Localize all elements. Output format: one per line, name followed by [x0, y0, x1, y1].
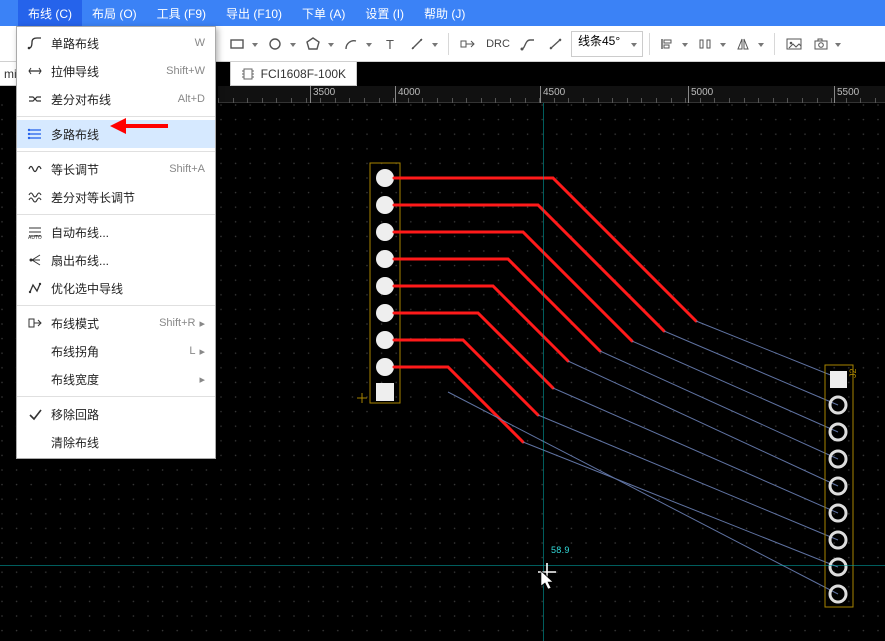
chevron-right-icon: ▸	[199, 373, 205, 386]
blank-icon	[25, 341, 45, 361]
menu-item-12[interactable]: 移除回路	[17, 400, 215, 428]
menu-0[interactable]: 布线 (C)	[18, 0, 82, 26]
menu-item-label: 单路布线	[51, 35, 195, 52]
mode-icon	[25, 313, 45, 333]
diffpair-icon	[25, 89, 45, 109]
auto-icon: AUTO	[25, 222, 45, 242]
measurement-annotation: 58.9	[551, 545, 570, 555]
fanout-icon	[25, 250, 45, 270]
image-tool[interactable]	[781, 31, 807, 57]
drc-tool[interactable]: DRC	[483, 31, 513, 57]
callout-arrow-icon	[110, 116, 170, 141]
menu-item-label: 布线宽度	[51, 371, 195, 388]
menu-separator	[17, 214, 215, 215]
menu-shortcut: W	[195, 37, 205, 49]
routing-menu-dropdown: 单路布线W拉伸导线Shift+W差分对布线Alt+D多路布线等长调节Shift+…	[16, 26, 216, 459]
menu-shortcut: Alt+D	[178, 93, 205, 105]
menu-item-label: 布线拐角	[51, 343, 189, 360]
svg-text:AUTO: AUTO	[28, 235, 42, 240]
connect-tool[interactable]	[455, 31, 481, 57]
chevron-right-icon: ▸	[199, 345, 205, 358]
menu-item-10[interactable]: 布线拐角L ▸	[17, 337, 215, 365]
menu-item-2[interactable]: 差分对布线Alt+D	[17, 85, 215, 113]
menu-item-label: 等长调节	[51, 161, 169, 178]
menu-5[interactable]: 设置 (I)	[355, 0, 414, 26]
check-icon	[25, 404, 45, 424]
svg-text:J2: J2	[848, 368, 858, 378]
menu-3[interactable]: 导出 (F10)	[216, 0, 292, 26]
menu-item-11[interactable]: 布线宽度 ▸	[17, 365, 215, 393]
menu-item-label: 扇出布线...	[51, 252, 205, 269]
align-tool[interactable]	[656, 31, 692, 57]
circle-tool[interactable]	[264, 31, 300, 57]
menu-item-label: 差分对等长调节	[51, 189, 205, 206]
menu-item-13[interactable]: 清除布线	[17, 428, 215, 456]
menu-item-label: 清除布线	[51, 434, 205, 451]
blank-icon	[25, 432, 45, 452]
flip-tool[interactable]	[732, 31, 768, 57]
menu-item-label: 移除回路	[51, 406, 205, 423]
blank-icon	[25, 369, 45, 389]
svg-text:T: T	[386, 37, 394, 51]
menu-separator	[17, 151, 215, 152]
menu-shortcut: L	[189, 345, 195, 357]
stretch-icon	[25, 61, 45, 81]
distribute-tool[interactable]	[694, 31, 730, 57]
tab-label: mi	[4, 67, 17, 81]
crosshair-horizontal-line	[0, 565, 885, 566]
menu-item-9[interactable]: 布线模式Shift+R ▸	[17, 309, 215, 337]
active-tab[interactable]: FCI1608F-100K	[230, 62, 357, 86]
ruler-horizontal: 35004000450050005500	[218, 86, 885, 103]
menu-item-label: 差分对布线	[51, 91, 178, 108]
arc-tool[interactable]	[340, 31, 376, 57]
text-tool[interactable]: T	[378, 31, 404, 57]
tab-label: FCI1608F-100K	[261, 67, 346, 81]
toolbar-separator	[774, 33, 775, 55]
menu-item-label: 自动布线...	[51, 224, 205, 241]
menu-item-6[interactable]: AUTO 自动布线...	[17, 218, 215, 246]
menubar: 布线 (C)布局 (O)工具 (F9)导出 (F10)下单 (A)设置 (I)帮…	[0, 0, 885, 26]
polygon-tool[interactable]	[302, 31, 338, 57]
crosshair-vertical-line	[543, 103, 544, 641]
opt-icon	[25, 278, 45, 298]
menu-separator	[17, 305, 215, 306]
measure-tool[interactable]	[543, 31, 569, 57]
menu-item-7[interactable]: 扇出布线...	[17, 246, 215, 274]
camera-tool[interactable]	[809, 31, 845, 57]
menu-shortcut: Shift+W	[166, 65, 205, 77]
menu-2[interactable]: 工具 (F9)	[147, 0, 216, 26]
menu-4[interactable]: 下单 (A)	[292, 0, 355, 26]
menu-item-label: 拉伸导线	[51, 63, 166, 80]
chevron-right-icon: ▸	[199, 317, 205, 330]
angle-select-wrap: 线条45°	[571, 31, 643, 57]
menu-item-8[interactable]: 优化选中导线	[17, 274, 215, 302]
toolbar-separator	[649, 33, 650, 55]
route-tool[interactable]	[515, 31, 541, 57]
angle-select[interactable]: 线条45°	[571, 31, 643, 57]
single-icon	[25, 33, 45, 53]
toolbar-separator	[448, 33, 449, 55]
difftune-icon	[25, 187, 45, 207]
menu-item-4[interactable]: 等长调节Shift+A	[17, 155, 215, 183]
footprint-icon	[241, 67, 255, 81]
menu-shortcut: Shift+A	[169, 163, 205, 175]
menu-item-label: 优化选中导线	[51, 280, 205, 297]
menu-item-5[interactable]: 差分对等长调节	[17, 183, 215, 211]
rect-tool[interactable]	[226, 31, 262, 57]
menu-item-0[interactable]: 单路布线W	[17, 29, 215, 57]
multi-icon	[25, 124, 45, 144]
menu-item-label: 布线模式	[51, 315, 159, 332]
menu-6[interactable]: 帮助 (J)	[414, 0, 475, 26]
menu-separator	[17, 396, 215, 397]
menu-1[interactable]: 布局 (O)	[82, 0, 147, 26]
menu-item-1[interactable]: 拉伸导线Shift+W	[17, 57, 215, 85]
tune-icon	[25, 159, 45, 179]
menu-shortcut: Shift+R	[159, 317, 195, 329]
dimension-tool[interactable]	[406, 31, 442, 57]
